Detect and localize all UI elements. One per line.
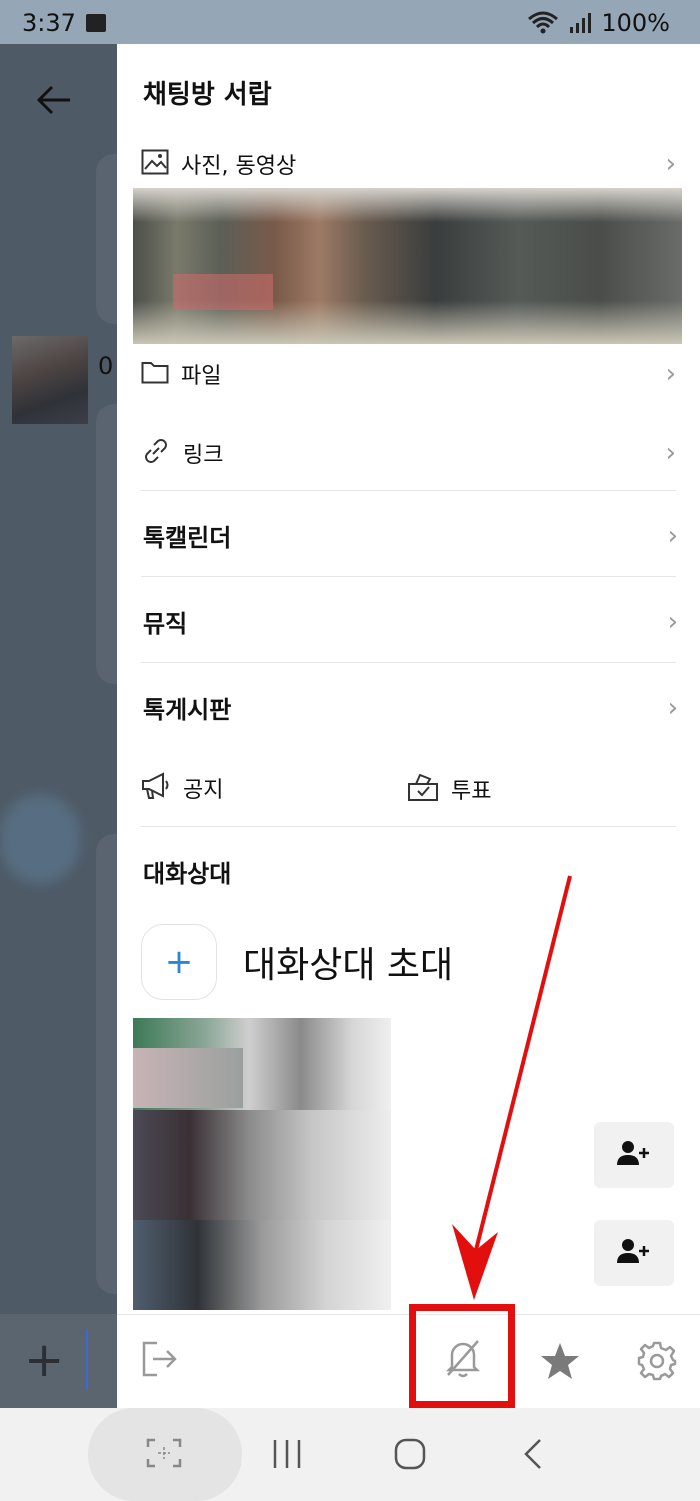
chevron-right-icon: › (667, 692, 678, 723)
talk-board-row[interactable]: 톡게시판 › (143, 690, 678, 725)
chevron-right-icon: › (665, 359, 676, 389)
wifi-icon (527, 11, 559, 35)
files-label: 파일 (181, 364, 222, 389)
divider (141, 490, 676, 491)
divider (141, 826, 676, 827)
gallery-notification-icon (86, 14, 106, 32)
add-person-icon (617, 1238, 651, 1268)
plus-icon[interactable]: + (24, 1336, 64, 1384)
status-icons: 100% (527, 9, 670, 37)
invite-participant-button[interactable]: + 대화상대 초대 (141, 924, 453, 1000)
status-time: 3:37 (22, 9, 76, 37)
folder-icon (141, 360, 169, 388)
participant-item[interactable] (133, 1220, 391, 1310)
status-bar: 3:37 100% (0, 0, 700, 44)
highlight-box (409, 1304, 515, 1408)
invite-label: 대화상대 초대 (243, 945, 454, 986)
back-arrow-icon[interactable] (36, 84, 72, 120)
add-friend-button[interactable] (594, 1122, 674, 1188)
photos-videos-label: 사진, 동영상 (181, 154, 297, 179)
image-icon (141, 149, 169, 179)
add-friend-button[interactable] (594, 1220, 674, 1286)
chevron-right-icon: › (667, 606, 678, 637)
scan-icon[interactable] (146, 1438, 182, 1472)
music-label: 뮤직 (143, 610, 188, 638)
gear-icon[interactable] (637, 1341, 677, 1385)
talk-board-label: 톡게시판 (143, 696, 232, 724)
chat-drawer-panel: 채팅방 서랍 사진, 동영상 › 파일 › 링크 › 톡캘린더 › 뮤직 › 톡… (117, 44, 700, 1409)
avatar (12, 336, 88, 424)
drawer-title: 채팅방 서랍 (143, 80, 272, 110)
notice-button[interactable]: 공지 (141, 772, 381, 804)
signal-icon (569, 12, 592, 34)
recent-apps-icon[interactable] (272, 1438, 302, 1474)
blurred-avatar (0, 794, 80, 884)
back-icon[interactable] (522, 1438, 544, 1474)
chat-preview-text: 0 (98, 352, 114, 380)
home-icon[interactable] (394, 1438, 426, 1474)
vote-label: 투표 (451, 779, 492, 804)
battery-level: 100% (601, 9, 670, 37)
chat-background: 0 + (0, 44, 136, 1408)
ballot-box-icon (407, 772, 439, 806)
media-thumbnail-strip[interactable] (133, 188, 682, 344)
files-row[interactable]: 파일 › (141, 358, 676, 390)
notice-label: 공지 (183, 778, 224, 803)
participants-section: 대화상대 (143, 854, 678, 889)
links-label: 링크 (183, 443, 224, 468)
system-navigation-bar (0, 1408, 700, 1501)
text-caret (86, 1329, 88, 1389)
links-row[interactable]: 링크 › (141, 436, 676, 470)
divider (141, 576, 676, 577)
talk-calendar-label: 톡캘린더 (143, 524, 232, 552)
annotation-arrow (452, 875, 572, 1300)
megaphone-icon (141, 772, 171, 804)
star-icon[interactable] (539, 1341, 581, 1385)
link-icon (141, 436, 171, 470)
vote-button[interactable]: 투표 (407, 772, 647, 806)
divider (141, 662, 676, 663)
chevron-right-icon: › (665, 438, 676, 468)
leave-chat-icon[interactable] (141, 1341, 179, 1381)
plus-icon: + (141, 924, 217, 1000)
music-row[interactable]: 뮤직 › (143, 604, 678, 639)
chevron-right-icon: › (665, 149, 676, 179)
add-person-icon (617, 1140, 651, 1170)
participant-item[interactable] (133, 1110, 391, 1220)
chevron-right-icon: › (667, 520, 678, 551)
participants-title: 대화상대 (143, 860, 232, 888)
talk-calendar-row[interactable]: 톡캘린더 › (143, 518, 678, 553)
participant-item[interactable] (133, 1018, 391, 1110)
photos-videos-row[interactable]: 사진, 동영상 › (141, 148, 676, 180)
